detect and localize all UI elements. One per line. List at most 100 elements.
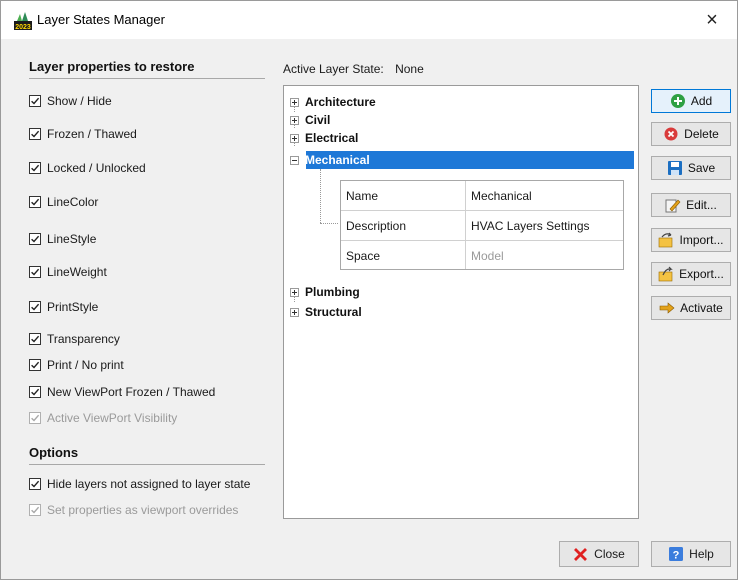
tree-node[interactable]: Civil xyxy=(290,111,330,129)
layer-states-dialog: 2023 Layer States Manager × Layer proper… xyxy=(0,0,738,580)
import-button[interactable]: Import... xyxy=(651,228,731,252)
property-key: Name xyxy=(346,189,379,203)
options-section-title: Options xyxy=(29,445,265,465)
checkbox-row: Active ViewPort Visibility xyxy=(29,409,177,427)
property-row[interactable]: Space Model xyxy=(341,241,623,271)
checkbox-row[interactable]: LineWeight xyxy=(29,263,107,281)
checkbox-row[interactable]: Hide layers not assigned to layer state xyxy=(29,475,250,493)
title-bar: 2023 Layer States Manager × xyxy=(1,1,737,39)
expand-icon[interactable] xyxy=(290,307,299,317)
property-row[interactable]: Description HVAC Layers Settings xyxy=(341,211,623,241)
checkbox-row[interactable]: New ViewPort Frozen / Thawed xyxy=(29,383,215,401)
tree-node[interactable]: Architecture xyxy=(290,93,376,111)
tree-node-label: Electrical xyxy=(305,131,359,145)
property-value: Model xyxy=(471,249,504,263)
export-button-label: Export... xyxy=(679,267,724,281)
expand-icon[interactable] xyxy=(290,287,299,297)
checkbox-row[interactable]: LineStyle xyxy=(29,230,96,248)
property-key: Description xyxy=(346,219,407,233)
checkbox[interactable] xyxy=(29,359,41,371)
property-key: Space xyxy=(346,249,381,263)
edit-button[interactable]: Edit... xyxy=(651,193,731,217)
checkbox[interactable] xyxy=(29,128,41,140)
checkbox-label: LineWeight xyxy=(47,265,107,279)
layer-state-tree[interactable]: Architecture Civil Electrical Mechanical Plu… xyxy=(283,85,639,519)
window-close-button[interactable]: × xyxy=(699,7,725,33)
window-title: Layer States Manager xyxy=(37,12,165,27)
close-icon xyxy=(574,548,588,561)
checkbox[interactable] xyxy=(29,233,41,245)
arrow-right-icon xyxy=(659,302,675,314)
expand-icon[interactable] xyxy=(290,133,299,143)
checkbox xyxy=(29,412,41,424)
help-icon: ? xyxy=(669,547,684,562)
checkbox[interactable] xyxy=(29,333,41,345)
svg-text:?: ? xyxy=(673,550,680,562)
checkbox-label: Show / Hide xyxy=(47,94,112,108)
checkbox[interactable] xyxy=(29,162,41,174)
checkbox[interactable] xyxy=(29,266,41,278)
tree-node[interactable]: Electrical xyxy=(290,129,358,147)
tree-node-label: Architecture xyxy=(305,95,376,109)
checkbox[interactable] xyxy=(29,95,41,107)
checkbox[interactable] xyxy=(29,301,41,313)
node-properties-table: Name Mechanical Description HVAC Layers Set… xyxy=(340,180,624,270)
checkbox-label: Print / No print xyxy=(47,358,124,372)
tree-node[interactable]: Plumbing xyxy=(290,283,360,301)
save-button[interactable]: Save xyxy=(651,156,731,180)
delete-button[interactable]: Delete xyxy=(651,122,731,146)
activate-button[interactable]: Activate xyxy=(651,296,731,320)
help-button-label: Help xyxy=(689,547,714,561)
tree-node-label: Mechanical xyxy=(305,153,370,167)
checkbox-row[interactable]: Frozen / Thawed xyxy=(29,125,137,143)
edit-icon xyxy=(665,199,681,213)
checkbox-row[interactable]: Locked / Unlocked xyxy=(29,159,146,177)
help-button[interactable]: ? Help xyxy=(651,541,731,567)
expand-icon[interactable] xyxy=(290,115,299,125)
add-button-label: Add xyxy=(690,94,713,108)
checkbox-row[interactable]: Transparency xyxy=(29,330,120,348)
close-button-label: Close xyxy=(594,547,625,561)
tree-node[interactable]: Mechanical xyxy=(290,151,370,169)
checkbox-row[interactable]: LineColor xyxy=(29,193,98,211)
checkbox xyxy=(29,504,41,516)
checkbox-label: Active ViewPort Visibility xyxy=(47,411,178,425)
checkbox[interactable] xyxy=(29,386,41,398)
import-button-label: Import... xyxy=(679,233,724,247)
tree-node-label: Civil xyxy=(305,113,331,127)
property-value: HVAC Layers Settings xyxy=(471,219,590,233)
checkbox-label: LineStyle xyxy=(47,232,97,246)
checkbox-label: PrintStyle xyxy=(47,300,99,314)
export-button[interactable]: Export... xyxy=(651,262,731,286)
activate-button-label: Activate xyxy=(680,301,723,315)
svg-text:2023: 2023 xyxy=(15,24,31,31)
checkbox[interactable] xyxy=(29,478,41,490)
active-layer-state-value: None xyxy=(395,62,424,76)
checkbox-row[interactable]: Print / No print xyxy=(29,356,124,374)
active-layer-state-label: Active Layer State: xyxy=(283,62,384,76)
checkbox-label: New ViewPort Frozen / Thawed xyxy=(47,385,216,399)
export-icon xyxy=(658,266,673,282)
tree-node-label: Plumbing xyxy=(305,285,360,299)
checkbox-label: Set properties as viewport overrides xyxy=(47,503,239,517)
expand-icon[interactable] xyxy=(290,97,299,107)
property-row[interactable]: Name Mechanical xyxy=(341,181,623,211)
add-button[interactable]: Add xyxy=(651,89,731,113)
checkbox-label: Hide layers not assigned to layer state xyxy=(47,477,251,491)
tree-node-label: Structural xyxy=(305,305,362,319)
add-icon xyxy=(670,94,685,108)
save-icon xyxy=(667,161,682,175)
checkbox-row[interactable]: PrintStyle xyxy=(29,298,98,316)
delete-button-label: Delete xyxy=(684,127,719,141)
app-logo-icon: 2023 xyxy=(14,12,32,31)
checkbox-label: Transparency xyxy=(47,332,120,346)
checkbox-row[interactable]: Show / Hide xyxy=(29,92,112,110)
checkbox-row: Set properties as viewport overrides xyxy=(29,501,238,519)
edit-button-label: Edit... xyxy=(686,198,717,212)
import-icon xyxy=(659,232,673,248)
close-button[interactable]: Close xyxy=(559,541,639,567)
checkbox[interactable] xyxy=(29,196,41,208)
restore-section-title: Layer properties to restore xyxy=(29,59,265,79)
tree-node[interactable]: Structural xyxy=(290,303,362,321)
collapse-icon[interactable] xyxy=(290,155,299,165)
